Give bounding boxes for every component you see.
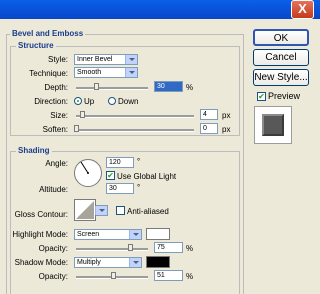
technique-select[interactable]: Smooth: [74, 67, 138, 78]
direction-down-label: Down: [118, 97, 139, 106]
altitude-unit: °: [137, 183, 141, 192]
shading-legend: Shading: [16, 146, 52, 155]
technique-label: Technique:: [29, 69, 68, 78]
direction-label: Direction:: [34, 97, 68, 106]
shadow-color-swatch[interactable]: [146, 256, 170, 268]
soften-slider-handle[interactable]: [74, 125, 79, 132]
depth-input[interactable]: 30: [154, 81, 183, 92]
title-bar: [0, 0, 320, 19]
anti-aliased-checkbox[interactable]: [116, 206, 125, 215]
preview-label: Preview: [268, 91, 301, 101]
preview-thumbnail: [254, 106, 292, 144]
ok-button[interactable]: OK: [253, 29, 309, 46]
angle-label: Angle:: [45, 159, 68, 168]
shadow-opacity-input[interactable]: 51: [154, 270, 183, 281]
style-value: Inner Bevel: [77, 56, 113, 63]
direction-down-radio[interactable]: [108, 97, 116, 105]
highlight-opacity-unit: %: [186, 244, 194, 253]
angle-dial[interactable]: [73, 158, 103, 188]
chevron-down-icon: [95, 206, 107, 215]
highlight-opacity-input[interactable]: 75: [154, 242, 183, 253]
highlight-opacity-slider-track[interactable]: [76, 248, 148, 251]
highlight-opacity-slider-handle[interactable]: [128, 244, 133, 251]
altitude-input[interactable]: 30: [106, 183, 134, 194]
highlight-color-swatch[interactable]: [146, 228, 170, 240]
global-light-label: Use Global Light: [117, 172, 177, 181]
close-button[interactable]: X: [291, 0, 314, 19]
anti-aliased-label: Anti-aliased: [127, 207, 169, 216]
style-label: Style:: [47, 55, 68, 64]
size-slider-handle[interactable]: [79, 111, 85, 118]
style-select[interactable]: Inner Bevel: [74, 54, 138, 65]
global-light-checkbox[interactable]: ✔: [106, 171, 115, 180]
highlight-mode-label: Highlight Mode:: [12, 230, 68, 239]
shadow-opacity-slider-handle[interactable]: [110, 272, 116, 279]
dialog-title: Bevel and Emboss: [10, 29, 86, 38]
altitude-label: Altitude:: [39, 185, 68, 194]
highlight-mode-select[interactable]: Screen: [74, 229, 142, 240]
shadow-mode-select[interactable]: Multiply: [74, 257, 142, 268]
direction-up-radio[interactable]: [74, 97, 82, 105]
soften-label: Soften:: [42, 125, 68, 134]
new-style-button[interactable]: New Style...: [253, 69, 309, 86]
angle-unit: °: [137, 157, 141, 166]
soften-unit: px: [222, 125, 231, 134]
size-input[interactable]: 4: [200, 109, 218, 120]
shadow-mode-label: Shadow Mode:: [14, 258, 68, 267]
depth-slider-handle[interactable]: [94, 83, 100, 90]
gloss-contour-select[interactable]: [95, 205, 108, 216]
depth-label: Depth:: [44, 83, 68, 92]
chevron-down-icon: [125, 55, 137, 64]
size-label: Size:: [50, 111, 68, 120]
shadow-opacity-unit: %: [186, 272, 194, 281]
technique-value: Smooth: [77, 69, 102, 76]
size-slider-track[interactable]: [76, 115, 194, 118]
preview-checkbox[interactable]: ✔: [257, 92, 266, 101]
shadow-mode-value: Multiply: [77, 259, 101, 266]
chevron-down-icon: [129, 258, 141, 267]
soften-slider-track[interactable]: [76, 129, 194, 132]
gloss-contour-swatch[interactable]: [74, 199, 96, 221]
chevron-down-icon: [129, 230, 141, 239]
cancel-button[interactable]: Cancel: [253, 49, 309, 66]
gloss-contour-label: Gloss Contour:: [14, 210, 68, 219]
highlight-mode-value: Screen: [77, 231, 100, 238]
highlight-opacity-label: Opacity:: [38, 244, 68, 253]
chevron-down-icon: [125, 68, 137, 77]
depth-unit: %: [186, 83, 194, 92]
preview-swatch: [262, 114, 284, 136]
shadow-opacity-label: Opacity:: [38, 272, 68, 281]
soften-input[interactable]: 0: [200, 123, 218, 134]
size-unit: px: [222, 111, 231, 120]
angle-input[interactable]: 120: [106, 157, 134, 168]
structure-legend: Structure: [16, 41, 56, 50]
direction-up-label: Up: [84, 97, 95, 106]
depth-slider-track[interactable]: [76, 87, 148, 90]
